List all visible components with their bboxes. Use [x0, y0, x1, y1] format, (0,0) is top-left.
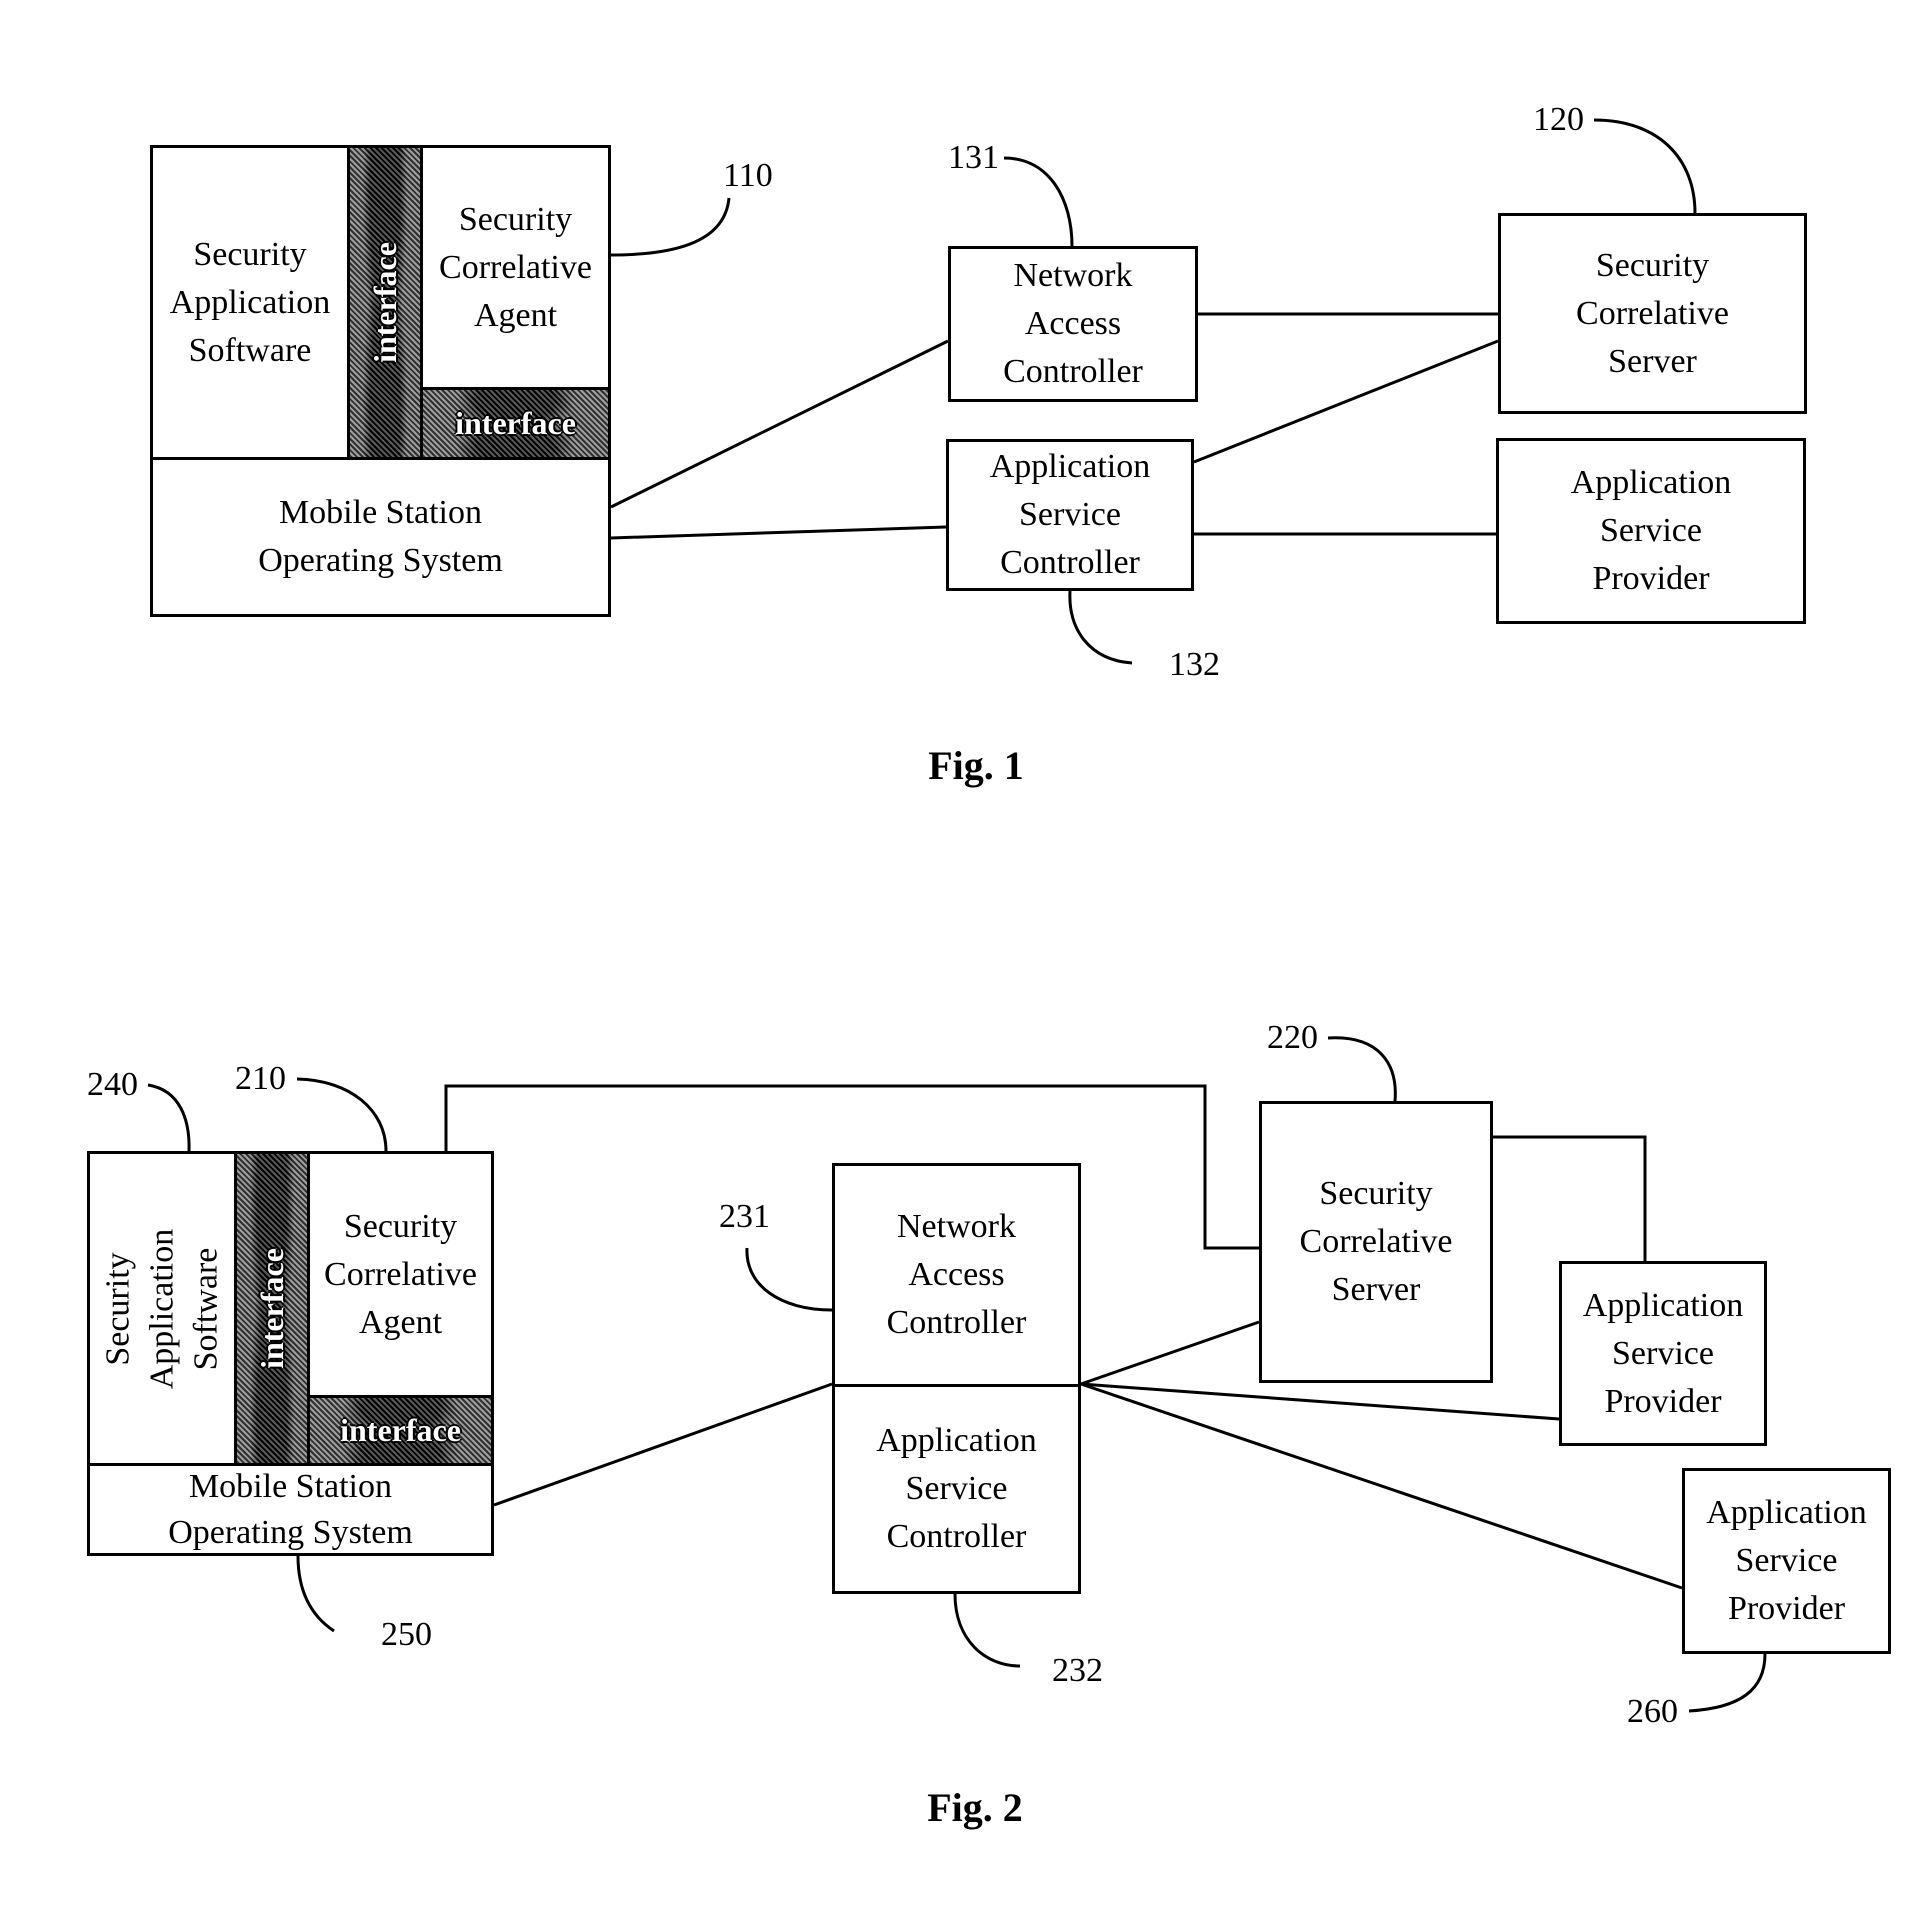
link-os-to-asc	[610, 525, 947, 540]
fig2-security-application-software-label: Security Application Software	[99, 1228, 224, 1389]
leader-240	[147, 1083, 191, 1152]
fig2-ref-232: 232	[1052, 1652, 1103, 1689]
fig1-network-access-controller: Network Access Controller	[948, 246, 1198, 402]
leader-131	[1003, 156, 1074, 247]
fig2-application-service-provider-2: Application Service Provider	[1682, 1468, 1891, 1654]
fig1-ref-132: 132	[1169, 646, 1220, 683]
fig2-security-correlative-agent: Security Correlative Agent	[307, 1151, 494, 1398]
link-controller-to-provider1	[1080, 1382, 1560, 1421]
fig1-security-correlative-server: Security Correlative Server	[1498, 213, 1807, 414]
fig1-application-service-controller: Application Service Controller	[946, 439, 1194, 591]
leader-210	[296, 1077, 388, 1152]
leader-250	[296, 1555, 335, 1633]
fig2-interface-horizontal-label: interface	[340, 1412, 461, 1448]
leader-132	[1068, 590, 1133, 665]
fig1-security-correlative-agent: Security Correlative Agent	[420, 145, 611, 390]
link-os-to-nac	[610, 339, 949, 509]
fig1-ref-120: 120	[1533, 101, 1584, 138]
fig2-interface-vertical: interface	[234, 1151, 310, 1466]
fig2-ref-240: 240	[87, 1066, 138, 1103]
fig1-ref-131: 131	[948, 139, 999, 176]
link-controller-to-server	[1080, 1320, 1260, 1386]
fig1-interface-horizontal-label: interface	[455, 405, 576, 441]
fig2-ref-220: 220	[1267, 1019, 1318, 1056]
fig1-interface-vertical: interface	[347, 145, 423, 460]
leader-260	[1688, 1653, 1767, 1713]
fig2-application-service-controller: Application Service Controller	[832, 1384, 1081, 1594]
link-os-to-controller	[493, 1382, 833, 1507]
fig1-security-application-software: Security Application Software	[150, 145, 350, 460]
fig2-interface-vertical-label: interface	[253, 1248, 290, 1369]
fig1-interface-horizontal: interface	[420, 387, 611, 460]
fig2-security-correlative-server: Security Correlative Server	[1259, 1101, 1493, 1383]
fig1-caption: Fig. 1	[928, 743, 1024, 788]
fig2-interface-horizontal: interface	[307, 1395, 494, 1466]
leader-120	[1593, 118, 1697, 214]
fig2-mobile-station-os: Mobile Station Operating System	[87, 1463, 494, 1556]
leader-232	[953, 1593, 1021, 1668]
fig2-ref-210: 210	[235, 1060, 286, 1097]
fig2-caption: Fig. 2	[927, 1785, 1023, 1830]
fig2-ref-231: 231	[719, 1198, 770, 1235]
fig2-security-application-software: Security Application Software	[87, 1151, 237, 1466]
fig1-application-service-provider: Application Service Provider	[1496, 438, 1806, 624]
fig1-interface-vertical-label: interface	[366, 242, 403, 363]
leader-231	[745, 1247, 833, 1312]
fig1-ref-110: 110	[723, 157, 773, 194]
fig2-ref-260: 260	[1627, 1693, 1678, 1730]
fig1-mobile-station-os: Mobile Station Operating System	[150, 457, 611, 617]
fig2-ref-250: 250	[381, 1616, 432, 1653]
leader-110	[610, 197, 731, 257]
link-server-to-provider1	[1493, 1135, 1647, 1261]
fig2-network-access-controller: Network Access Controller	[832, 1163, 1081, 1387]
leader-220	[1327, 1036, 1397, 1102]
link-asc-to-server	[1193, 339, 1499, 464]
fig2-application-service-provider-1: Application Service Provider	[1559, 1261, 1767, 1446]
